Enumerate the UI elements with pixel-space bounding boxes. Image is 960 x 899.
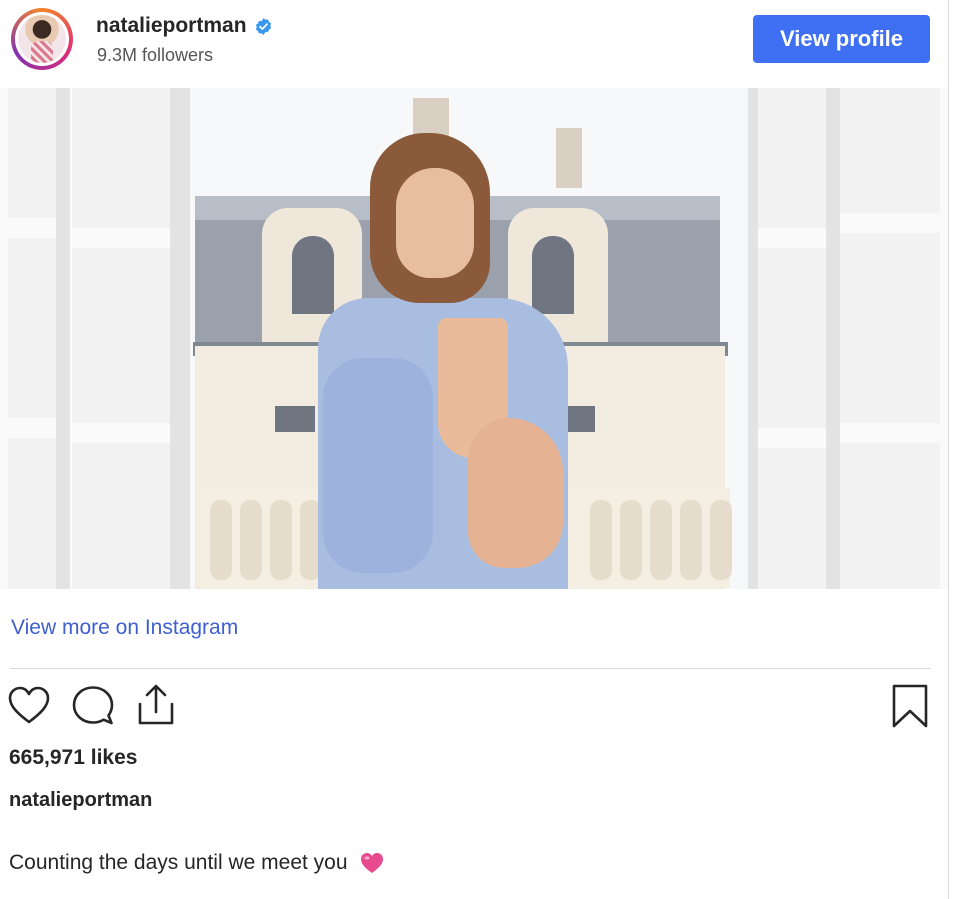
- photo-baluster: [680, 500, 702, 580]
- like-count[interactable]: 665,971 likes: [9, 746, 137, 770]
- username-row: natalieportman: [96, 14, 273, 38]
- photo-baluster: [210, 500, 232, 580]
- photo-baluster: [650, 500, 672, 580]
- photo-pane: [840, 443, 940, 589]
- photo-pane: [72, 88, 170, 228]
- photo-pane: [840, 233, 940, 423]
- share-icon[interactable]: [135, 682, 177, 728]
- photo-baluster: [710, 500, 732, 580]
- follower-count: 9.3M followers: [97, 45, 214, 65]
- photo-pane: [72, 443, 170, 589]
- post-photo[interactable]: [0, 88, 948, 589]
- photo-baluster: [620, 500, 642, 580]
- avatar-ring-gap: [15, 12, 69, 66]
- photo-pane: [840, 88, 940, 213]
- photo-mullion: [748, 88, 758, 589]
- photo-belly: [468, 418, 563, 568]
- photo-pane: [8, 88, 56, 218]
- bookmark-icon[interactable]: [889, 683, 931, 729]
- post-header: natalieportman 9.3M followers View profi…: [0, 0, 948, 86]
- photo-baluster: [240, 500, 262, 580]
- photo-baluster: [590, 500, 612, 580]
- avatar-photo: [18, 15, 66, 63]
- photo-pane: [758, 448, 826, 589]
- caption-username[interactable]: natalieportman: [9, 789, 152, 812]
- photo-window: [275, 406, 315, 432]
- caption-text: Counting the days until we meet you: [9, 851, 348, 874]
- heart-icon[interactable]: [7, 685, 51, 725]
- avatar-figure: [31, 41, 53, 63]
- photo-pane: [8, 438, 56, 589]
- caption: Counting the days until we meet you: [9, 851, 384, 875]
- photo-mullion: [170, 88, 190, 589]
- photo-pane: [758, 248, 826, 428]
- photo-pane: [758, 88, 826, 228]
- pink-heart-emoji-icon: [360, 853, 383, 873]
- avatar[interactable]: [11, 8, 73, 70]
- photo-face: [396, 168, 474, 278]
- verified-badge-icon: [255, 17, 271, 35]
- view-more-on-instagram-link[interactable]: View more on Instagram: [11, 616, 238, 640]
- photo-pane: [8, 238, 56, 418]
- photo-sleeve: [323, 358, 433, 573]
- photo-subject: [318, 128, 578, 589]
- photo-baluster: [270, 500, 292, 580]
- view-profile-button[interactable]: View profile: [753, 15, 930, 63]
- photo-pane: [72, 248, 170, 423]
- comment-icon[interactable]: [70, 684, 116, 728]
- photo-window-frame-left: [0, 88, 190, 589]
- photo-window-frame-right: [748, 88, 948, 589]
- username-link[interactable]: natalieportman: [96, 14, 247, 38]
- divider: [10, 668, 930, 669]
- card-border: [948, 0, 949, 899]
- photo-mullion: [56, 88, 70, 589]
- photo-mullion: [826, 88, 840, 589]
